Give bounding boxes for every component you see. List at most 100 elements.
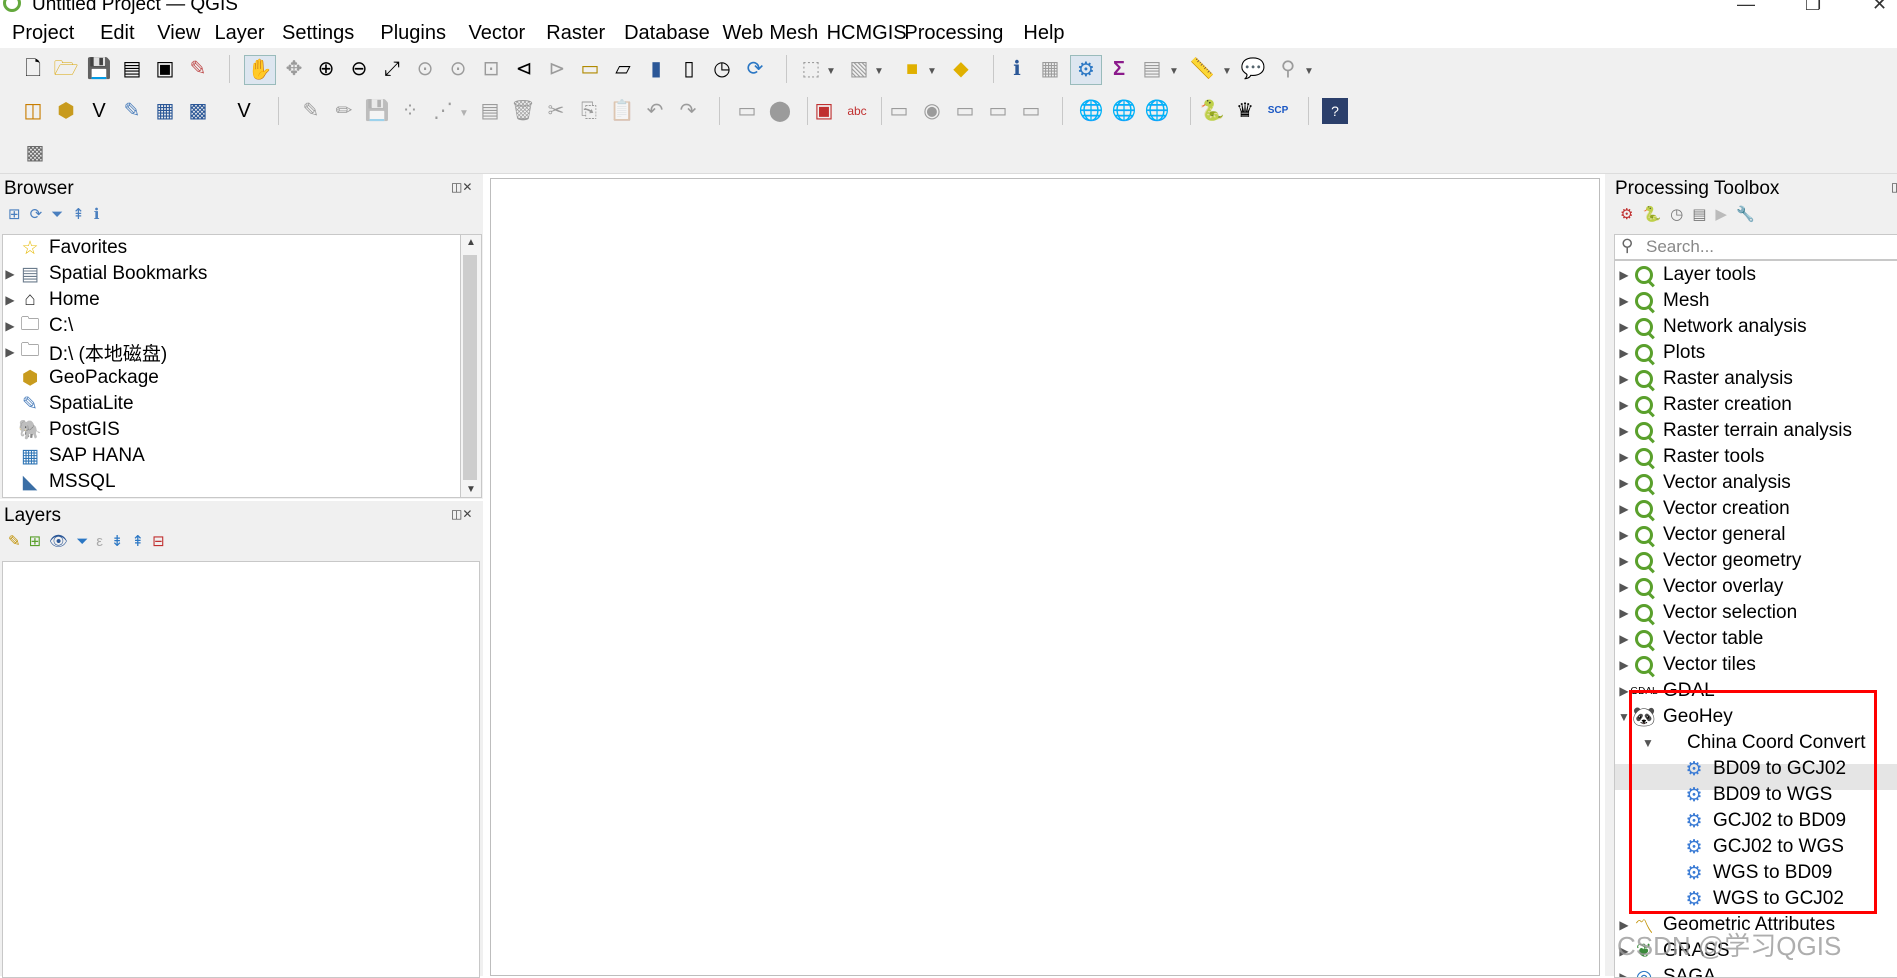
vertex-tool-icon[interactable]: ⋰ <box>430 98 456 124</box>
pin-labels-icon[interactable]: ◉ <box>919 98 945 124</box>
menu-help[interactable]: Help <box>1023 22 1064 45</box>
add-selected-layers-icon[interactable]: ⊞ <box>8 206 30 223</box>
show-hide-labels-icon[interactable]: ▭ <box>952 98 978 124</box>
add-wms-layer-icon[interactable]: 🌐 <box>1078 98 1104 124</box>
zoom-next-icon[interactable]: ⊳ <box>544 56 570 82</box>
expand-arrow-icon[interactable]: ▶ <box>1617 346 1631 360</box>
select-by-location-icon[interactable]: ◆ <box>948 56 974 82</box>
toolbox-group[interactable]: ▶Plots <box>1617 340 1705 366</box>
minimize-icon[interactable]: — <box>1737 0 1755 15</box>
menu-edit[interactable]: Edit <box>100 22 134 45</box>
expand-arrow-icon[interactable]: ▶ <box>3 345 17 359</box>
expand-arrow-icon[interactable]: ▶ <box>1617 294 1631 308</box>
new-virtual-layer-icon[interactable]: ▩ <box>185 98 211 124</box>
select-features-icon[interactable]: ⬚ <box>798 56 824 82</box>
refresh-icon[interactable]: ⟳ <box>30 206 52 223</box>
toolbox-group[interactable]: ▶Network analysis <box>1617 314 1807 340</box>
menu-view[interactable]: View <box>157 22 200 45</box>
save-project-icon[interactable]: 💾 <box>86 56 112 82</box>
toolbox-group[interactable]: ▶Raster tools <box>1617 444 1764 470</box>
dock-float-close-icon[interactable]: ◫✕ <box>451 180 472 194</box>
manage-visibility-icon[interactable]: 👁 <box>49 533 76 550</box>
new-spatialite-layer-icon[interactable]: ✎ <box>119 98 145 124</box>
chevron-down-icon[interactable]: ▼ <box>1222 66 1232 77</box>
zoom-out-icon[interactable]: ⊖ <box>346 56 372 82</box>
dock-float-close-icon[interactable]: ◫✕ <box>451 507 472 521</box>
expand-arrow-icon[interactable]: ▶ <box>3 267 17 281</box>
toggle-editing-icon[interactable]: ✏ <box>331 98 357 124</box>
scp-plugin-icon[interactable]: SCP <box>1265 98 1291 124</box>
new-3d-map-icon[interactable]: ▱ <box>610 56 636 82</box>
open-attribute-table-icon[interactable]: ▦ <box>1037 56 1063 82</box>
history-icon[interactable]: ◷ <box>1670 206 1692 223</box>
scroll-down-icon[interactable]: ▼ <box>466 484 476 495</box>
data-source-manager-icon[interactable]: ◫ <box>20 98 46 124</box>
menu-project[interactable]: Project <box>12 22 74 45</box>
expand-arrow-icon[interactable]: ▶ <box>1617 528 1631 542</box>
chevron-down-icon[interactable]: ▼ <box>874 66 884 77</box>
menu-hcmgis[interactable]: HCMGIS <box>827 22 907 45</box>
close-icon[interactable]: ✕ <box>1872 0 1887 15</box>
toolbox-group[interactable]: ▶Vector tiles <box>1617 652 1756 678</box>
layer-styling-icon[interactable]: ✎ <box>8 533 29 550</box>
expand-arrow-icon[interactable]: ▶ <box>1617 398 1631 412</box>
new-shapefile-layer-icon[interactable]: V <box>86 98 112 124</box>
zoom-native-icon[interactable]: ⊡ <box>478 56 504 82</box>
filter-legend-icon[interactable]: ⏷ <box>76 533 96 550</box>
expand-arrow-icon[interactable]: ▶ <box>1617 502 1631 516</box>
edit-features-in-place-icon[interactable]: ▶ <box>1715 206 1736 223</box>
cut-features-icon[interactable]: ✂ <box>543 98 569 124</box>
add-wfs-layer-icon[interactable]: 🌐 <box>1111 98 1137 124</box>
filter-by-expression-icon[interactable]: ε <box>96 533 111 550</box>
menu-plugins[interactable]: Plugins <box>380 22 446 45</box>
browser-item[interactable]: ✎SpatiaLite <box>3 391 134 417</box>
new-temporary-layer-icon[interactable]: ▦ <box>152 98 178 124</box>
python-console-icon[interactable]: 🐍 <box>1199 98 1225 124</box>
style-manager-icon[interactable]: ✎ <box>185 56 211 82</box>
expand-arrow-icon[interactable]: ▶ <box>1617 658 1631 672</box>
redo-icon[interactable]: ↷ <box>675 98 701 124</box>
toolbox-group[interactable]: ▶Vector creation <box>1617 496 1790 522</box>
toolbox-group[interactable]: ▶Vector overlay <box>1617 574 1783 600</box>
expand-all-icon[interactable]: ⇟ <box>111 533 132 550</box>
expand-arrow-icon[interactable]: ▶ <box>3 319 17 333</box>
new-bookmark-icon[interactable]: ▮ <box>643 56 669 82</box>
new-map-view-icon[interactable]: ▭ <box>577 56 603 82</box>
toolbox-group[interactable]: ▶Raster terrain analysis <box>1617 418 1852 444</box>
menu-layer[interactable]: Layer <box>215 22 265 45</box>
toolbox-group[interactable]: ▶Vector table <box>1617 626 1763 652</box>
locator-icon[interactable]: ⚲ <box>1275 56 1301 82</box>
select-by-value-icon[interactable]: ▧ <box>846 56 872 82</box>
toolbox-group[interactable]: ▶Vector selection <box>1617 600 1797 626</box>
browser-item[interactable]: 🐘PostGIS <box>3 417 120 443</box>
expand-arrow-icon[interactable]: ▶ <box>1617 268 1631 282</box>
models-icon[interactable]: ⚙ <box>1620 206 1642 223</box>
toolbox-group[interactable]: ▶Vector general <box>1617 522 1786 548</box>
new-geopackage-layer-icon[interactable]: ⬢ <box>53 98 79 124</box>
expand-arrow-icon[interactable]: ▶ <box>1617 606 1631 620</box>
measure-line-icon[interactable]: 📏 <box>1189 56 1215 82</box>
rotate-label-icon[interactable]: ▭ <box>1018 98 1044 124</box>
chevron-down-icon[interactable]: ▼ <box>459 108 469 119</box>
new-project-icon[interactable]: 🗋 <box>20 56 46 82</box>
menu-database[interactable]: Database <box>624 22 710 45</box>
chevron-down-icon[interactable]: ▼ <box>1304 66 1314 77</box>
label-toolbar-icon[interactable]: ▭ <box>734 98 760 124</box>
layout-manager-icon[interactable]: ▣ <box>152 56 178 82</box>
statistical-summary-sigma-icon[interactable]: Σ <box>1106 56 1132 82</box>
pan-hand-icon[interactable]: ✋ <box>244 55 276 85</box>
expand-arrow-icon[interactable]: ▶ <box>1617 554 1631 568</box>
modify-attributes-icon[interactable]: ▤ <box>477 98 503 124</box>
new-print-layout-icon[interactable]: ▤ <box>119 56 145 82</box>
help-icon[interactable]: ? <box>1322 98 1348 124</box>
undo-icon[interactable]: ↶ <box>642 98 668 124</box>
filter-icon[interactable]: ⏷ <box>51 206 72 223</box>
results-viewer-icon[interactable]: ▤ <box>1692 206 1715 223</box>
open-project-icon[interactable]: 🗁 <box>53 56 79 82</box>
vector-layer-icon[interactable]: V <box>231 98 257 124</box>
menu-settings[interactable]: Settings <box>282 22 354 45</box>
map-tips-icon[interactable]: 💬 <box>1240 56 1266 82</box>
chevron-down-icon[interactable]: ▼ <box>826 66 836 77</box>
menu-vector[interactable]: Vector <box>469 22 526 45</box>
expand-arrow-icon[interactable]: ▶ <box>1617 580 1631 594</box>
